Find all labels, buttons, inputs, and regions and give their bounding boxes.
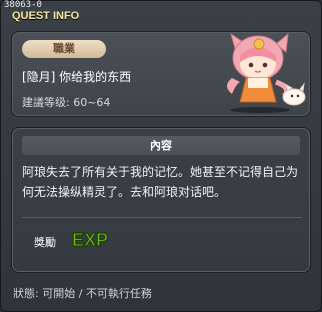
quest-description: 阿琅失去了所有关于我的记忆。她甚至不记得自己为何无法操纵精灵了。去和阿琅对话吧。	[22, 165, 299, 199]
exp-reward-icon: EXP	[71, 229, 108, 250]
job-badge: 職業	[22, 40, 106, 58]
window-id: 38063-0	[4, 0, 42, 10]
quest-profile-panel: 職業 [隐月] 你给我的东西 建議等级: 60~64	[11, 31, 311, 117]
content-header: 內容	[22, 136, 300, 155]
quest-name: [隐月] 你给我的东西	[22, 70, 132, 84]
character-portrait-icon	[227, 32, 306, 113]
reward-label: 獎勵	[34, 236, 56, 249]
exp-label: EXP	[72, 230, 108, 250]
recommended-level: 建議等级: 60~64	[22, 96, 111, 109]
window-title: QUEST INFO	[12, 10, 80, 22]
content-divider	[22, 217, 302, 218]
quest-content-panel: 內容 阿琅失去了所有关于我的记忆。她甚至不记得自己为何无法操纵精灵了。去和阿琅对…	[11, 127, 311, 273]
quest-status: 狀態: 可開始 / 不可執行任務	[13, 287, 152, 300]
quest-info-window: 38063-0 QUEST INFO 職業 [隐月] 你给我的东西 建議等级: …	[0, 0, 322, 312]
